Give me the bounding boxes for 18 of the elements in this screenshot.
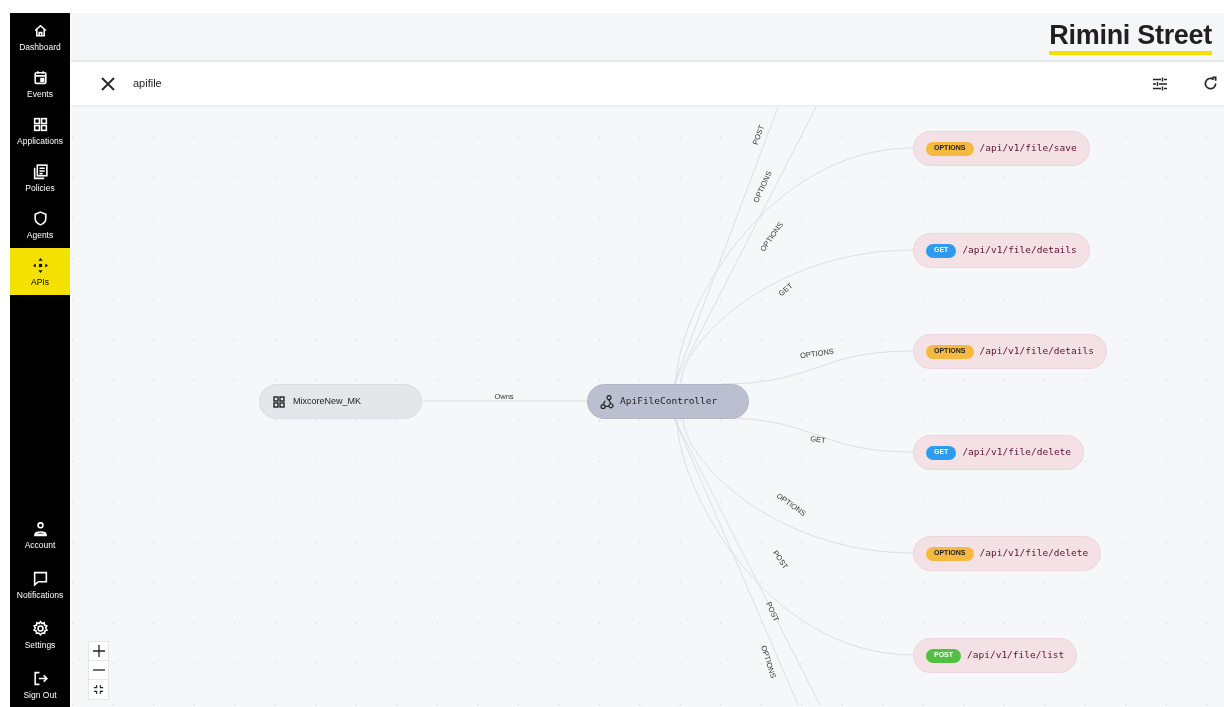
application-node[interactable]: MixcoreNew_MK — [259, 384, 422, 419]
sidebar-item[interactable]: APIs — [10, 248, 70, 295]
sidebar-item[interactable]: Sign Out — [10, 663, 70, 707]
endpoint-path: /api/v1/file/details — [979, 344, 1094, 359]
logo-text: Rimini Street — [1049, 20, 1212, 49]
sidebar-item[interactable]: Account — [10, 513, 70, 557]
sidebar-item[interactable]: Notifications — [10, 563, 70, 607]
sidebar-item[interactable]: Settings — [10, 613, 70, 657]
endpoint-path: /api/v1/file/details — [962, 243, 1077, 258]
node-label: MixcoreNew_MK — [293, 394, 361, 408]
logo[interactable]: Rimini Street — [1049, 18, 1212, 55]
endpoint-path: /api/v1/file/list — [967, 648, 1065, 663]
controller-node[interactable]: ApiFileController — [587, 384, 749, 419]
endpoint-path: /api/v1/file/save — [979, 141, 1077, 156]
node-label: ApiFileController — [620, 394, 718, 409]
endpoint-path: /api/v1/file/delete — [979, 546, 1089, 561]
endpoint-path: /api/v1/file/delete — [962, 445, 1072, 460]
search-field[interactable]: apifile — [133, 75, 533, 92]
